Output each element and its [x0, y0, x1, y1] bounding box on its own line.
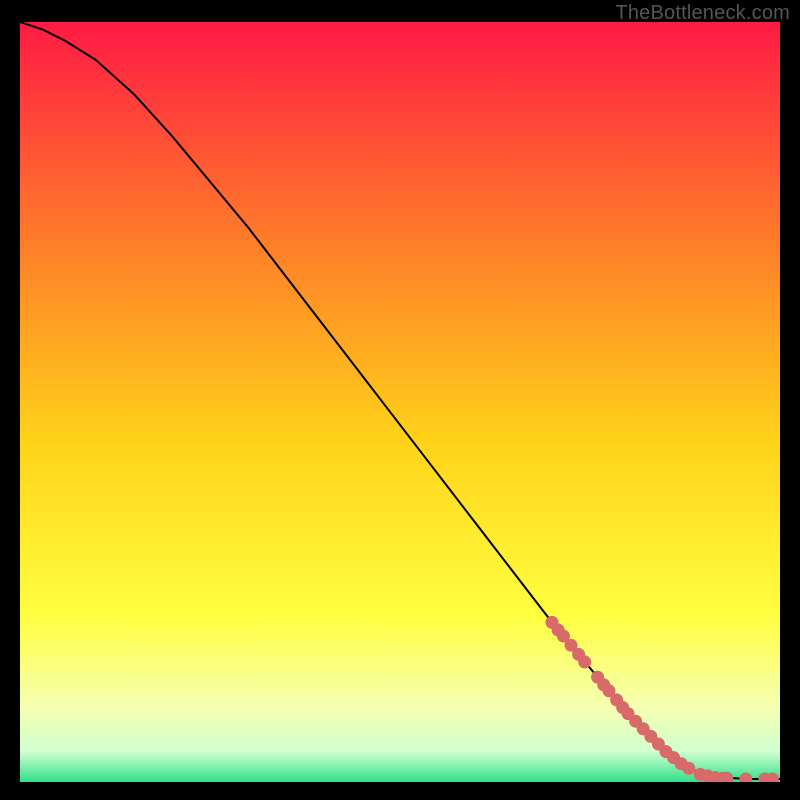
data-dot	[682, 762, 695, 775]
watermark-text: TheBottleneck.com	[615, 2, 790, 25]
data-dot	[578, 655, 591, 668]
gradient-background	[20, 22, 780, 782]
plot-area	[20, 22, 780, 782]
chart-stage: TheBottleneck.com	[0, 0, 800, 800]
chart-svg	[20, 22, 780, 782]
